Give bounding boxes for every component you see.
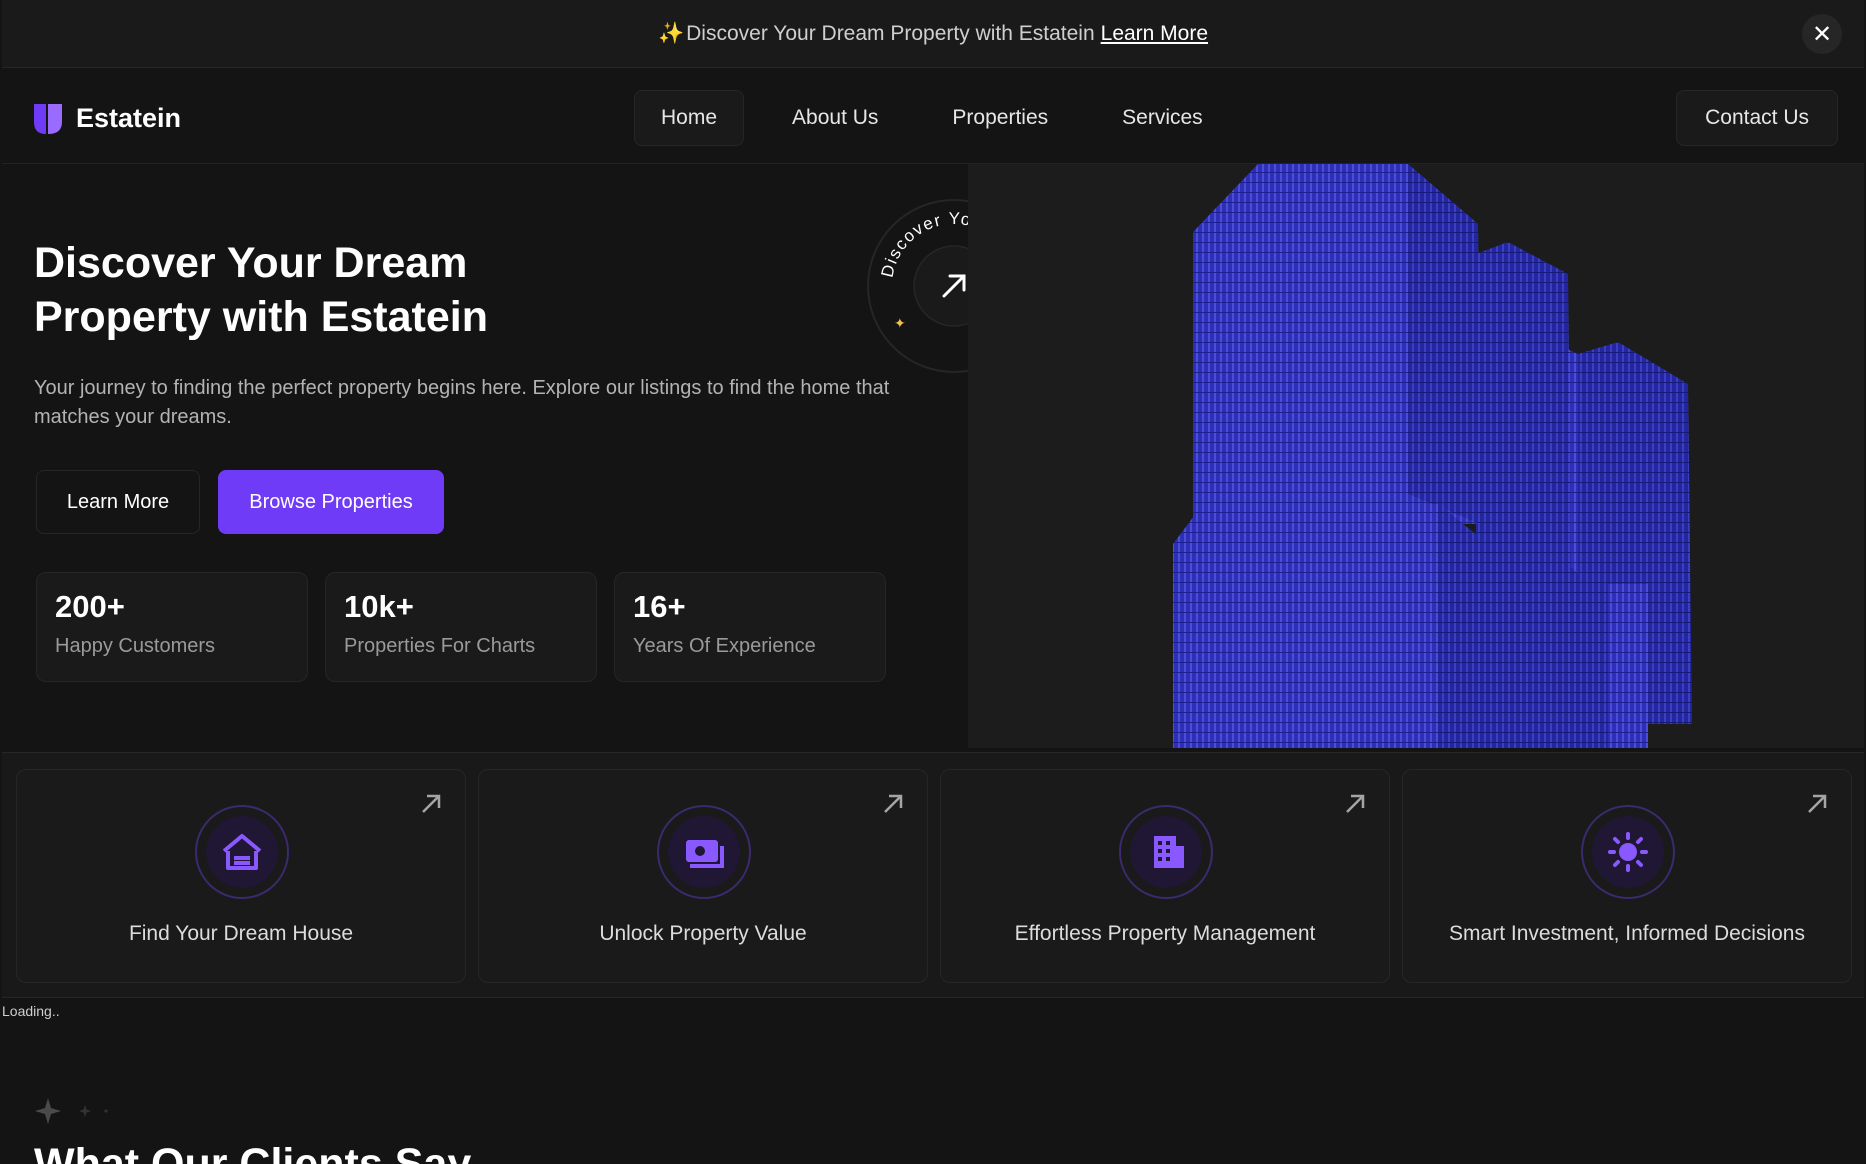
stat-value: 16+ — [633, 589, 686, 624]
stat-label: Happy Customers — [55, 635, 216, 657]
close-icon[interactable]: ✕ — [1802, 14, 1842, 54]
service-label: Find Your Dream House — [128, 922, 354, 945]
announcement-learn-more-link[interactable]: Learn More — [1101, 22, 1208, 46]
learn-more-button[interactable]: Learn More — [36, 470, 200, 534]
house-icon — [195, 805, 289, 899]
arrow-up-right-icon — [1346, 794, 1365, 813]
service-label: Effortless Property Management — [1014, 922, 1316, 945]
announcement-bar: ✨ Discover Your Dream Property with Esta… — [2, 0, 1864, 68]
service-label: Smart Investment, Informed Decisions — [1449, 922, 1805, 945]
arrow-up-right-icon — [884, 794, 903, 813]
nav-properties[interactable]: Properties — [926, 90, 1074, 146]
hero-section: Discover Your Dream Property with Estate… — [2, 164, 968, 748]
page: ✨ Discover Your Dream Property with Esta… — [2, 0, 1864, 1164]
announcement-text: Discover Your Dream Property with Estate… — [686, 21, 1095, 45]
stat-label: Years Of Experience — [633, 635, 816, 657]
hero-image — [968, 164, 1864, 748]
service-card-dream-house[interactable]: Find Your Dream House — [16, 769, 466, 983]
browse-properties-button[interactable]: Browse Properties — [218, 470, 444, 534]
testimonials-title: What Our Clients Say — [34, 1140, 472, 1164]
hero-title: Discover Your Dream Property with Estate… — [34, 236, 734, 344]
sparkle-icon: ✨ — [657, 21, 685, 45]
arrow-up-right-icon — [422, 794, 441, 813]
stars-decoration-icon — [35, 1098, 108, 1124]
nav-about-us[interactable]: About Us — [766, 90, 904, 146]
services-strip: Find Your Dream House Unlock Property Va… — [2, 752, 1864, 998]
contact-us-button[interactable]: Contact Us — [1676, 90, 1838, 146]
hero-title-line-2: Property with Estatein — [34, 293, 488, 341]
logo[interactable]: Estatein — [30, 100, 181, 136]
navbar: Estatein Home About Us Properties Servic… — [2, 68, 1864, 164]
nav-services[interactable]: Services — [1096, 90, 1229, 146]
hero-subtitle: Your journey to finding the perfect prop… — [34, 377, 890, 428]
stat-label: Properties For Charts — [344, 635, 536, 657]
loading-text: Loading.. — [2, 1003, 60, 1019]
stat-value: 10k+ — [344, 589, 414, 624]
service-card-property-value[interactable]: Unlock Property Value — [478, 769, 928, 983]
skyscraper-illustration — [1173, 164, 1692, 748]
stat-value: 200+ — [55, 589, 125, 624]
sparkle-icon: ✦ — [894, 315, 906, 331]
service-card-smart-investment[interactable]: Smart Investment, Informed Decisions — [1402, 769, 1852, 983]
brand-name: Estatein — [76, 102, 182, 133]
nav-links: Home About Us Properties Services — [634, 90, 1251, 146]
service-card-property-management[interactable]: Effortless Property Management — [940, 769, 1390, 983]
service-label: Unlock Property Value — [599, 922, 807, 945]
building-icon — [1119, 805, 1213, 899]
stat-card-properties: 10k+ Properties For Charts — [325, 572, 597, 682]
stat-card-customers: 200+ Happy Customers — [36, 572, 308, 682]
camera-money-icon — [657, 805, 751, 899]
nav-home[interactable]: Home — [634, 90, 745, 146]
sun-icon — [1581, 805, 1675, 899]
arrow-up-right-icon — [1808, 794, 1827, 813]
logo-mark-icon — [34, 104, 62, 134]
stat-card-experience: 16+ Years Of Experience — [614, 572, 886, 682]
hero-title-line-1: Discover Your Dream — [34, 239, 468, 287]
